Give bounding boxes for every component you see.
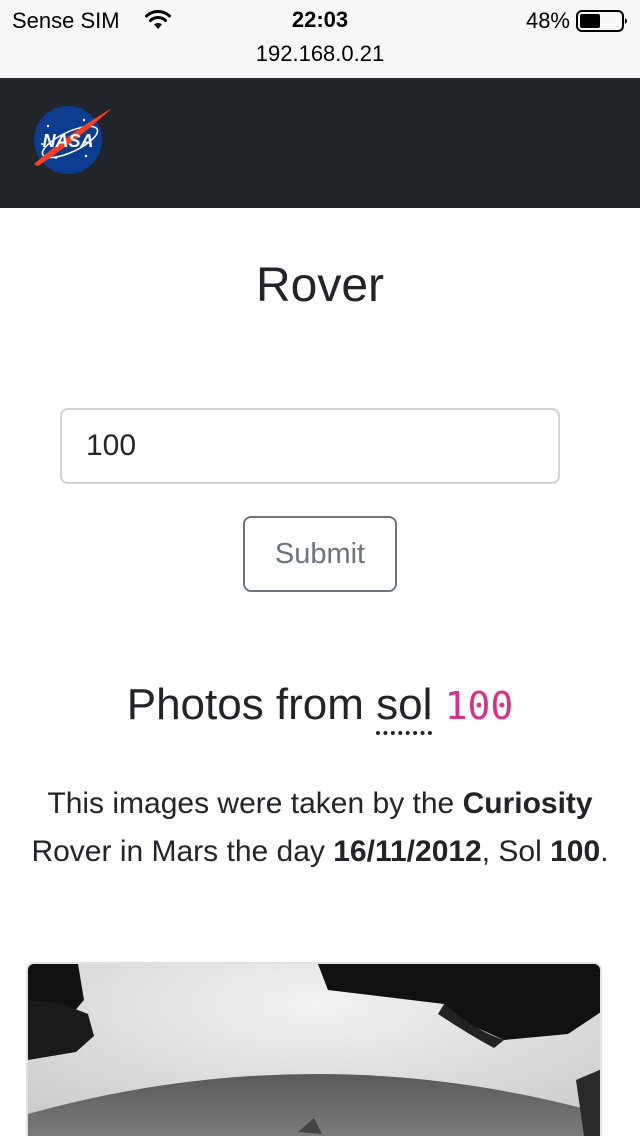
photos-description: This images were taken by the Curiosity … [20,780,620,876]
description-text-1: This images were taken by the [47,787,463,820]
battery-percent: 48% [525,8,570,33]
photos-heading: Photos from sol 100 [0,680,640,735]
logo-text: NASA [42,131,93,151]
battery-icon [576,9,630,38]
description-text-2: Rover in Mars the day [31,835,334,868]
photo-card[interactable] [26,962,602,1136]
sol-value: 100 [550,835,601,868]
description-text-3: , Sol [481,835,551,868]
earth-date: 16/11/2012 [333,835,482,868]
mars-surface-photo[interactable] [28,964,602,1136]
sol-number-code: 100 [444,684,514,728]
nasa-logo[interactable]: NASA [28,104,116,181]
sol-input[interactable] [60,408,560,484]
address-bar-url[interactable]: 192.168.0.21 [0,41,640,67]
description-text-4: . [600,835,609,868]
rover-name: Curiosity [462,787,593,820]
status-bar: Sense SIM 22:03 48% 192.168.0.21 [0,0,640,78]
submit-button[interactable]: Submit [243,516,397,592]
sol-abbreviation: sol [376,680,433,735]
page-title: Rover [255,259,385,312]
photos-heading-prefix: Photos from [126,680,377,729]
